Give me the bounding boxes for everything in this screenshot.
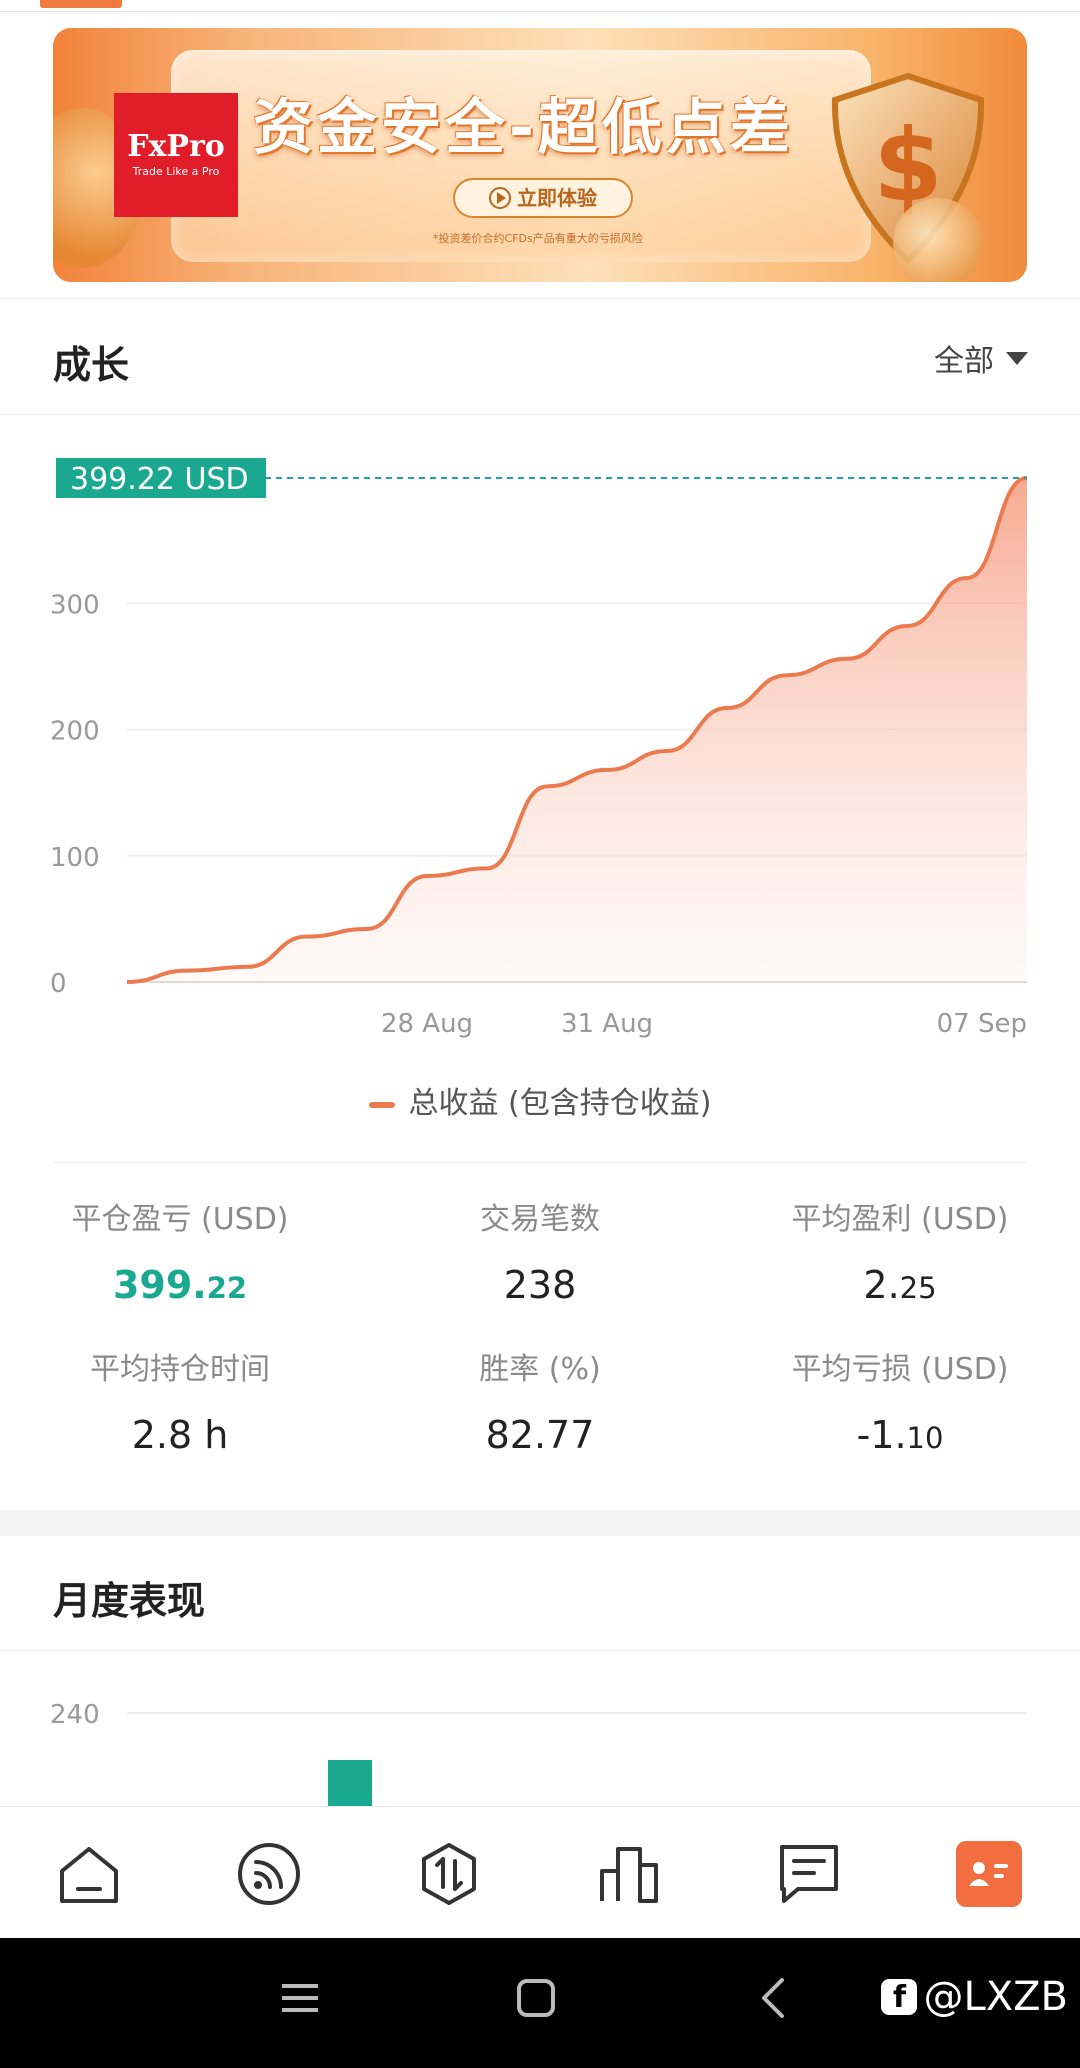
period-filter-label: 全部 [934, 344, 994, 379]
period-filter-dropdown[interactable]: 全部 [934, 336, 1028, 380]
globe-decoration-right [893, 198, 983, 282]
stat-label: 胜率 (%) [479, 1352, 601, 1387]
watermark: f @LXZB [881, 1974, 1068, 2020]
stat-value: 2.25 [863, 1263, 937, 1307]
home-button-icon[interactable] [516, 1978, 556, 2018]
system-nav-bar: f @LXZB [0, 1938, 1080, 2068]
active-tab-indicator [40, 0, 122, 8]
stat-value: 238 [503, 1263, 577, 1307]
legend-swatch [368, 1101, 395, 1108]
messages-icon [780, 1845, 838, 1903]
stat-label: 平仓盈亏 (USD) [71, 1202, 289, 1237]
promo-banner[interactable]: FxPro Trade Like a Pro 资金安全-超低点差 立即体验 *投… [53, 28, 1027, 282]
monthly-ytick: 240 [50, 1700, 100, 1730]
stat-value: 2.8 h [131, 1413, 229, 1457]
monthly-chart: 240 [50, 1700, 1027, 1806]
stat-label: 平均亏损 (USD) [791, 1352, 1009, 1387]
bottom-nav [0, 1806, 1080, 1938]
monthly-title: 月度表现 [53, 1579, 206, 1623]
y-tick-label: 200 [50, 717, 100, 747]
watermark-text: @LXZB [923, 1974, 1068, 2020]
feed-icon [238, 1843, 300, 1905]
stat-label: 交易笔数 [480, 1202, 600, 1237]
banner-headline: 资金安全-超低点差 [253, 93, 794, 163]
nav-profile[interactable] [956, 1841, 1022, 1907]
stat-avg-loss: 平均亏损 (USD) -1.10 [720, 1350, 1080, 1463]
facebook-icon: f [881, 1979, 918, 2015]
stat-value: 399.22 [112, 1263, 248, 1307]
profile-card-icon [969, 1862, 1008, 1886]
fxpro-logo: FxPro Trade Like a Pro [114, 93, 238, 217]
stat-label: 平均持仓时间 [90, 1352, 270, 1387]
trade-icon [422, 1843, 476, 1905]
y-tick-label: 300 [50, 590, 100, 620]
play-icon [489, 187, 511, 209]
y-tick-label: 100 [50, 843, 100, 873]
nav-ranking[interactable] [596, 1841, 662, 1907]
stat-trade-count: 交易笔数 238 [360, 1200, 720, 1313]
stat-win-rate: 胜率 (%) 82.77 [360, 1350, 720, 1463]
x-tick-label: 31 Aug [561, 1009, 653, 1039]
recent-apps-icon[interactable] [280, 1978, 320, 2018]
nav-trade[interactable] [416, 1841, 482, 1907]
caret-down-icon [1006, 351, 1028, 365]
monthly-bar[interactable] [328, 1760, 372, 1806]
divider [0, 298, 1080, 299]
brand-tagline: Trade Like a Pro [132, 165, 220, 178]
back-icon[interactable] [754, 1978, 794, 2018]
top-tab-strip [0, 0, 1080, 12]
banner-cta-button[interactable]: 立即体验 [453, 178, 633, 218]
brand-name: FxPro [127, 129, 225, 164]
banner-cta-label: 立即体验 [517, 186, 597, 210]
divider [53, 1162, 1027, 1163]
home-icon [60, 1847, 118, 1903]
stat-avg-hold-time: 平均持仓时间 2.8 h [0, 1350, 360, 1463]
y-tick-label: 0 [50, 969, 67, 999]
section-separator [0, 1510, 1080, 1536]
nav-feed[interactable] [236, 1841, 302, 1907]
nav-messages[interactable] [776, 1841, 842, 1907]
last-value-label: 399.22 USD [70, 462, 249, 497]
divider [0, 1650, 1080, 1651]
growth-chart: 0 100 200 300 399.22 USD 28 Aug 31 Aug 07 Sep [50, 458, 1028, 1039]
chart-legend: 总收益 (包含持仓收益) [0, 1078, 1080, 1122]
divider [0, 414, 1080, 415]
nav-home[interactable] [56, 1841, 122, 1907]
growth-title: 成长 [53, 343, 130, 387]
ranking-icon [600, 1847, 658, 1903]
stat-label: 平均盈利 (USD) [791, 1202, 1009, 1237]
x-tick-label: 07 Sep [937, 1009, 1027, 1039]
stat-value: -1.10 [856, 1413, 944, 1457]
x-tick-label: 28 Aug [381, 1009, 473, 1039]
stat-closed-pnl: 平仓盈亏 (USD) 399.22 [0, 1200, 360, 1313]
legend-label: 总收益 (包含持仓收益) [408, 1086, 712, 1121]
stat-value: 82.77 [485, 1413, 595, 1457]
banner-disclaimer: *投资差价合约CFDs产品有重大的亏损风险 [433, 232, 643, 245]
stat-avg-profit: 平均盈利 (USD) 2.25 [720, 1200, 1080, 1313]
